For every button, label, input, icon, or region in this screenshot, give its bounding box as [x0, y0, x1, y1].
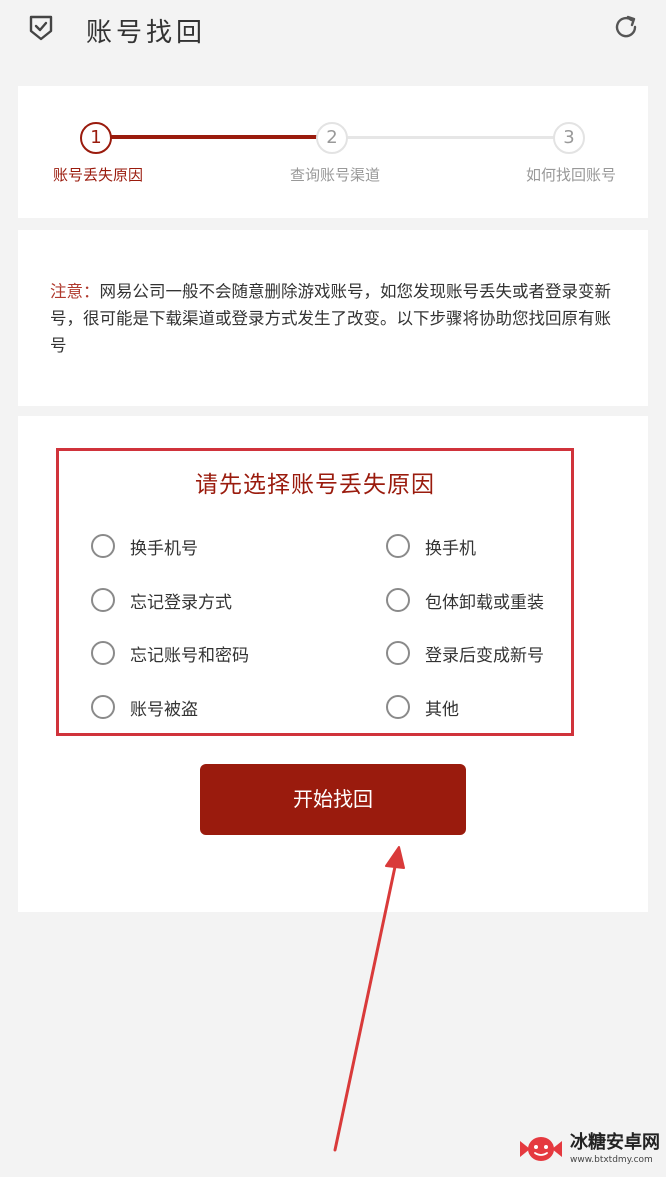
reason-option-forgot-login-method[interactable]: 忘记登录方式 — [91, 584, 232, 616]
watermark-url: www.btxtdmy.com — [570, 1155, 653, 1165]
notice-card: 注意：网易公司一般不会随意删除游戏账号，如您发现账号丢失或者登录变新号，很可能是… — [18, 230, 648, 406]
reason-title: 请先选择账号丢失原因 — [195, 472, 435, 498]
radio-button[interactable] — [91, 695, 115, 719]
progress-steps: 1 2 3 账号丢失原因 查询账号渠道 如何找回账号 — [18, 86, 648, 218]
reason-option-label: 忘记账号和密码 — [130, 645, 249, 666]
reason-option-change-phone[interactable]: 换手机 — [386, 530, 476, 562]
reason-option-other[interactable]: 其他 — [386, 691, 459, 723]
shield-check-icon[interactable] — [28, 14, 54, 42]
radio-button[interactable] — [91, 641, 115, 665]
radio-button[interactable] — [91, 588, 115, 612]
reason-option-label: 换手机号 — [130, 538, 198, 559]
candy-logo-icon — [520, 1137, 562, 1161]
radio-button[interactable] — [386, 641, 410, 665]
step-track-progress — [96, 135, 334, 139]
reason-selection-box: 请先选择账号丢失原因 换手机号 换手机 忘记登录方式 包体卸载或重装 忘记账号和… — [56, 448, 574, 736]
reason-option-label: 其他 — [425, 699, 459, 720]
notice-text: 注意：网易公司一般不会随意删除游戏账号，如您发现账号丢失或者登录变新号，很可能是… — [50, 278, 620, 359]
step-3-label: 如何找回账号 — [526, 166, 617, 184]
reason-option-label: 忘记登录方式 — [130, 592, 232, 613]
radio-button[interactable] — [386, 695, 410, 719]
radio-button[interactable] — [386, 534, 410, 558]
step-2-label: 查询账号渠道 — [290, 166, 381, 184]
radio-button[interactable] — [386, 588, 410, 612]
reason-option-label: 账号被盗 — [130, 699, 198, 720]
refresh-icon[interactable] — [612, 13, 640, 41]
step-3-circle: 3 — [553, 122, 585, 154]
top-bar: 账号找回 — [0, 0, 666, 62]
radio-button[interactable] — [91, 534, 115, 558]
page-title: 账号找回 — [86, 18, 207, 48]
step-1-circle: 1 — [80, 122, 112, 154]
notice-body: 网易公司一般不会随意删除游戏账号，如您发现账号丢失或者登录变新号，很可能是下载渠… — [50, 282, 611, 355]
step-2-circle: 2 — [316, 122, 348, 154]
reasons-card: 请先选择账号丢失原因 换手机号 换手机 忘记登录方式 包体卸载或重装 忘记账号和… — [18, 416, 648, 912]
reason-option-reinstall[interactable]: 包体卸载或重装 — [386, 584, 544, 616]
notice-prefix: 注意： — [50, 282, 100, 301]
start-recovery-button[interactable]: 开始找回 — [200, 764, 466, 835]
step-1-label: 账号丢失原因 — [53, 166, 144, 184]
reason-option-change-phone-number[interactable]: 换手机号 — [91, 530, 198, 562]
watermark: 冰糖安卓网 www.btxtdmy.com — [518, 1131, 660, 1167]
reason-option-forgot-account-password[interactable]: 忘记账号和密码 — [91, 637, 249, 669]
reason-option-label: 登录后变成新号 — [425, 645, 544, 666]
reason-option-new-account-after-login[interactable]: 登录后变成新号 — [386, 637, 544, 669]
reason-option-account-stolen[interactable]: 账号被盗 — [91, 691, 198, 723]
watermark-name: 冰糖安卓网 — [570, 1132, 660, 1153]
reason-option-label: 包体卸载或重装 — [425, 592, 544, 613]
reason-option-label: 换手机 — [425, 538, 476, 559]
